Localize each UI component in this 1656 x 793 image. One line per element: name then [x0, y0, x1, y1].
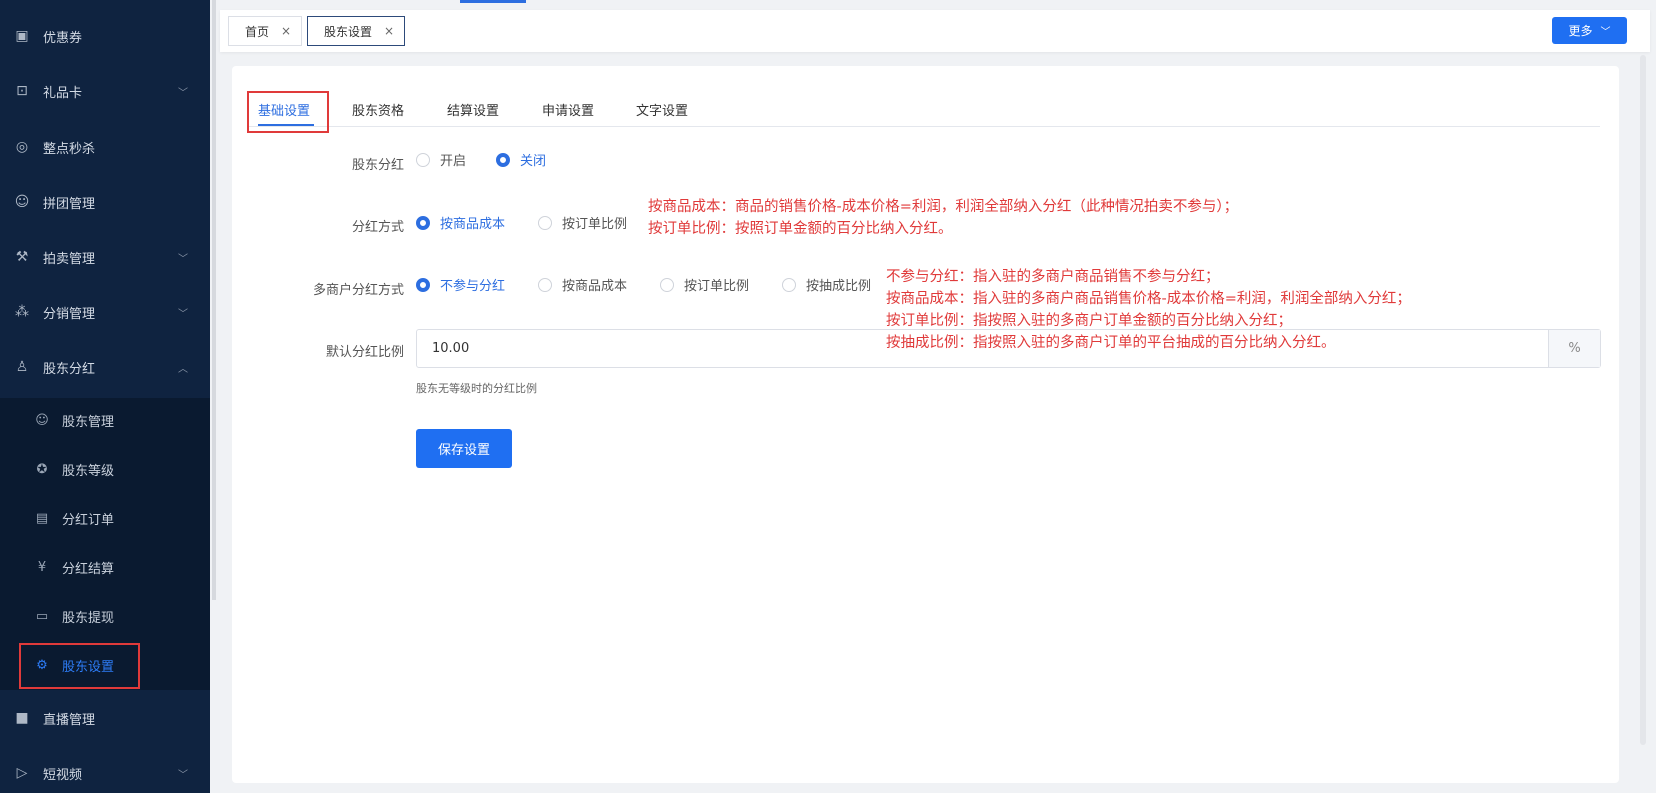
page-scrollbar[interactable]: [1640, 55, 1646, 745]
radio-icon: [782, 277, 796, 292]
default-ratio-label: 默认分红比例: [325, 345, 404, 360]
chevron-down-icon: ﹀: [178, 308, 188, 320]
radio-icon: [416, 152, 430, 167]
sidebar-subitem-shareholder-level[interactable]: ✪ 股东等级: [0, 450, 210, 488]
multi-radio-commission-ratio[interactable]: 按抽成比例: [782, 275, 871, 294]
sidebar-item-coupons[interactable]: ▣ 优惠券: [0, 16, 210, 56]
radio-icon: [538, 215, 552, 230]
tab-settlement-settings[interactable]: 结算设置: [447, 100, 499, 119]
sidebar-item-distribution[interactable]: ⁂ 分销管理 ﹀: [0, 292, 210, 332]
page-tab-home[interactable]: 首页 ×: [228, 16, 303, 46]
default-ratio-hint: 股东无等级时的分红比例: [416, 382, 537, 395]
highlight-box: [19, 643, 140, 689]
radio-icon: [660, 277, 674, 292]
distribution-icon: ⁂: [15, 304, 29, 320]
method-radio-product-cost[interactable]: 按商品成本: [416, 213, 505, 232]
ticket-icon: ▣: [15, 28, 29, 44]
sidebar-item-shareholder[interactable]: ♙ 股东分红 ︿: [0, 347, 210, 387]
wallet-icon: ▭: [35, 608, 49, 624]
multi-radio-product-cost[interactable]: 按商品成本: [538, 275, 627, 294]
tabs-divider: [248, 126, 1600, 127]
chevron-up-icon: ︿: [178, 363, 188, 375]
dividend-radio-on[interactable]: 开启: [416, 150, 466, 169]
sidebar-item-short-video[interactable]: ▷ 短视频 ﹀: [0, 753, 210, 793]
document-icon: ▤: [35, 510, 49, 526]
tab-text-settings[interactable]: 文字设置: [636, 100, 688, 119]
sidebar: ▣ 优惠券 ⊡ 礼品卡 ﹀ ◎ 整点秒杀 ☺ 拼团管理 ⚒ 拍卖管理 ﹀ ⁂ 分…: [0, 0, 210, 793]
sidebar-item-flash-sale[interactable]: ◎ 整点秒杀: [0, 127, 210, 167]
close-icon[interactable]: ×: [384, 24, 394, 38]
flash-sale-icon: ◎: [15, 139, 29, 155]
radio-checked-icon: [496, 152, 510, 167]
sidebar-item-group-buy[interactable]: ☺ 拼团管理: [0, 182, 210, 222]
method-annotation: 按商品成本：商品的销售价格-成本价格=利润，利润全部纳入分红（此种情况拍卖不参与…: [648, 199, 1239, 237]
page-tabs-bar: 首页 × 股东设置 ×: [220, 10, 1650, 52]
page-tab-shareholder-settings[interactable]: 股东设置 ×: [307, 16, 406, 46]
sidebar-scrollbar[interactable]: [212, 0, 216, 600]
sidebar-item-gift-card[interactable]: ⊡ 礼品卡 ﹀: [0, 71, 210, 111]
multi-merchant-method-label: 多商户分红方式: [312, 283, 404, 298]
sidebar-subitem-dividend-orders[interactable]: ▤ 分红订单: [0, 499, 210, 537]
play-icon: ▷: [16, 765, 28, 781]
multi-merchant-annotation: 不参与分红：指入驻的多商户商品销售不参与分红； 按商品成本：指入驻的多商户商品销…: [886, 269, 1411, 351]
user-icon: ☺: [35, 412, 49, 428]
multi-radio-not-participate[interactable]: 不参与分红: [416, 275, 505, 294]
tab-application-settings[interactable]: 申请设置: [542, 100, 594, 119]
method-radio-order-ratio[interactable]: 按订单比例: [538, 213, 627, 232]
top-nav-indicator: [460, 0, 526, 3]
chevron-down-icon: ﹀: [178, 769, 188, 781]
multi-radio-order-ratio[interactable]: 按订单比例: [660, 275, 749, 294]
radio-checked-icon: [416, 277, 430, 292]
badge-icon: ✪: [36, 461, 48, 477]
more-button[interactable]: 更多 ﹀: [1552, 17, 1627, 44]
save-settings-button[interactable]: 保存设置: [416, 429, 512, 468]
percent-suffix: %: [1548, 330, 1600, 367]
group-buy-icon: ☺: [14, 194, 30, 210]
dividend-radio-off[interactable]: 关闭: [496, 150, 546, 169]
radio-checked-icon: [416, 215, 430, 230]
settings-card: [232, 66, 1619, 783]
sidebar-subitem-dividend-settlement[interactable]: ¥ 分红结算: [0, 548, 210, 586]
method-label: 分红方式: [351, 220, 404, 235]
tab-shareholder-qualification[interactable]: 股东资格: [352, 100, 404, 119]
yuan-coin-icon: ¥: [37, 559, 47, 575]
chevron-down-icon: ﹀: [178, 253, 188, 265]
close-icon[interactable]: ×: [281, 24, 291, 38]
sidebar-subitem-withdraw[interactable]: ▭ 股东提现: [0, 597, 210, 635]
gift-card-icon: ⊡: [16, 83, 28, 99]
chevron-down-icon: ﹀: [1600, 27, 1611, 38]
dividend-label: 股东分红: [351, 158, 404, 173]
sidebar-item-live[interactable]: ■ 直播管理: [0, 698, 210, 738]
shareholder-icon: ♙: [15, 359, 29, 375]
auction-gavel-icon: ⚒: [15, 249, 29, 265]
chevron-down-icon: ﹀: [178, 87, 188, 99]
video-camera-icon: ■: [15, 710, 29, 726]
sidebar-subitem-shareholder-management[interactable]: ☺ 股东管理: [0, 401, 210, 439]
sidebar-item-auction[interactable]: ⚒ 拍卖管理 ﹀: [0, 237, 210, 277]
radio-icon: [538, 277, 552, 292]
highlight-box: [247, 91, 329, 133]
